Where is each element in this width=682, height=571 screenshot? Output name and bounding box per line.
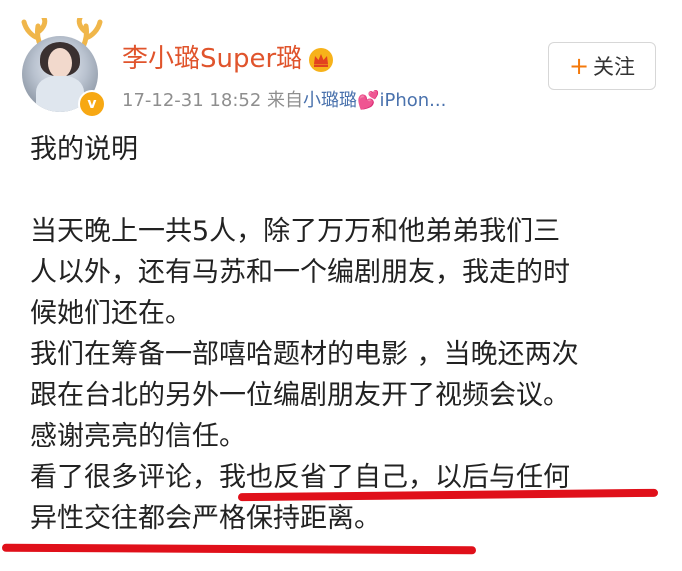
source-name: 小璐璐 — [303, 90, 358, 111]
post-line: 我们在筹备一部嘻哈题材的电影 ，当晚还两次 — [30, 339, 579, 370]
follow-label: 关注 — [593, 55, 636, 79]
source-device: iPhon... — [379, 90, 447, 111]
username-text: 李小璐Super璐 — [122, 44, 303, 74]
post-body: 我的说明 当天晚上一共5人，除了万万和他弟弟我们三 人以外，还有马苏和一个编剧朋… — [30, 129, 670, 539]
post-line: 当天晚上一共5人，除了万万和他弟弟我们三 — [30, 216, 561, 247]
post-meta: 17-12-31 18:52 来自小璐璐💕iPhon... — [122, 86, 446, 112]
source-link[interactable]: 小璐璐💕iPhon... — [303, 90, 446, 111]
avatar[interactable]: v — [14, 18, 106, 118]
follow-button[interactable]: + 关注 — [548, 42, 656, 90]
plus-icon: + — [568, 52, 590, 80]
red-underline-annotation — [1, 543, 477, 555]
timestamp: 17-12-31 18:52 — [122, 90, 262, 111]
post-line: 异性交往都会严格保持距离。 — [30, 503, 381, 534]
post-line: 人以外，还有马苏和一个编剧朋友，我走的时 — [30, 257, 570, 288]
post-line: 感谢亮亮的信任。 — [30, 421, 246, 452]
post-line-blank — [30, 170, 670, 211]
heart-icon: 💕 — [357, 90, 380, 111]
post-line: 候她们还在。 — [30, 298, 192, 329]
verified-badge-icon: v — [78, 90, 106, 118]
crown-icon — [309, 47, 334, 72]
username[interactable]: 李小璐Super璐 — [122, 38, 334, 75]
source-prefix: 来自 — [267, 90, 304, 111]
post-line: 跟在台北的另外一位编剧朋友开了视频会议。 — [30, 380, 570, 411]
post-line: 我的说明 — [30, 134, 138, 165]
